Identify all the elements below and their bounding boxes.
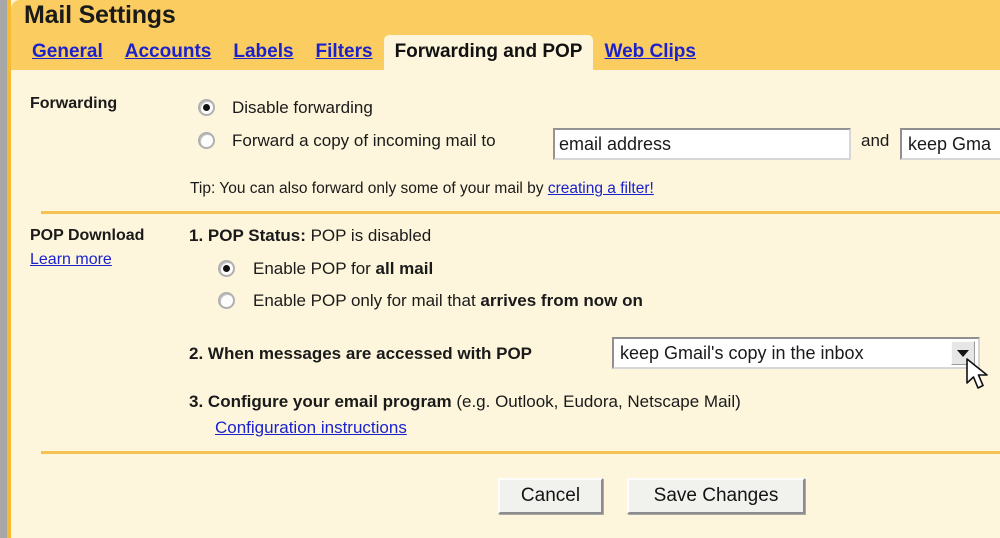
page-title: Mail Settings bbox=[24, 1, 176, 29]
tab-web-clips[interactable]: Web Clips bbox=[593, 35, 707, 70]
pop-status-label: POP Status: bbox=[207, 226, 306, 245]
forwarding-section-label: Forwarding bbox=[30, 95, 118, 112]
settings-header: Mail Settings General Accounts Labels Fi… bbox=[11, 0, 1000, 70]
pop-step3-number: 3. bbox=[189, 392, 204, 411]
label-enable-pop-from-now-on: Enable POP only for mail that arrives fr… bbox=[253, 291, 643, 311]
settings-tabbar: General Accounts Labels Filters Forwardi… bbox=[11, 35, 1000, 70]
pop-access-action-dropdown-value: keep Gmail's copy in the inbox bbox=[620, 342, 864, 363]
label-disable-forwarding: Disable forwarding bbox=[232, 98, 373, 117]
divider-forwarding-pop bbox=[41, 211, 1000, 214]
pop-step1-number: 1. bbox=[189, 226, 204, 245]
pop-step2: 2. When messages are accessed with POP bbox=[189, 344, 532, 364]
radio-forward-a-copy[interactable] bbox=[198, 132, 215, 149]
radio-enable-pop-from-now-on[interactable] bbox=[218, 292, 235, 309]
pop-step3: 3. Configure your email program (e.g. Ou… bbox=[189, 392, 741, 412]
pop-step3-label: Configure your email program bbox=[207, 392, 452, 411]
forwarding-tip-text: Tip: You can also forward only some of y… bbox=[190, 180, 548, 197]
pop-section-label: POP Download bbox=[30, 227, 145, 244]
chevron-down-icon[interactable] bbox=[951, 341, 975, 365]
forwarding-tip: Tip: You can also forward only some of y… bbox=[190, 180, 654, 198]
pop-step2-number: 2. bbox=[189, 344, 204, 363]
label-enable-pop-all-mail-bold: all mail bbox=[375, 259, 434, 278]
mail-settings-window: Mail Settings General Accounts Labels Fi… bbox=[0, 0, 1000, 538]
radio-disable-forwarding-dot bbox=[203, 104, 210, 111]
pop-status-value: POP is disabled bbox=[310, 226, 432, 245]
pop-learn-more-link[interactable]: Learn more bbox=[30, 251, 112, 269]
label-forward-a-copy: Forward a copy of incoming mail to bbox=[232, 131, 496, 150]
pop-step3-examples: (e.g. Outlook, Eudora, Netscape Mail) bbox=[451, 392, 741, 411]
label-enable-pop-all-mail: Enable POP for all mail bbox=[253, 259, 433, 279]
pop-access-action-dropdown[interactable]: keep Gmail's copy in the inbox bbox=[612, 337, 980, 369]
tab-labels[interactable]: Labels bbox=[222, 35, 304, 70]
forwarding-keep-copy-dropdown[interactable]: keep Gma bbox=[900, 128, 1000, 160]
pop-step1: 1. POP Status: POP is disabled bbox=[189, 226, 431, 246]
creating-a-filter-link[interactable]: creating a filter! bbox=[548, 180, 654, 197]
forwarding-email-input[interactable]: email address bbox=[553, 128, 851, 160]
radio-disable-forwarding[interactable] bbox=[198, 99, 215, 116]
configuration-instructions-link[interactable]: Configuration instructions bbox=[215, 418, 407, 438]
tab-accounts[interactable]: Accounts bbox=[114, 35, 223, 70]
pop-step2-label: When messages are accessed with POP bbox=[207, 344, 533, 363]
label-enable-pop-from-now-on-bold: arrives from now on bbox=[480, 291, 643, 310]
tab-filters[interactable]: Filters bbox=[305, 35, 384, 70]
settings-body: Forwarding Disable forwarding Forward a … bbox=[11, 70, 1000, 538]
label-enable-pop-all-mail-prefix: Enable POP for bbox=[253, 259, 376, 278]
window-left-edge bbox=[0, 0, 7, 538]
forwarding-keep-copy-dropdown-value: keep Gma bbox=[908, 133, 992, 154]
tab-forwarding-and-pop[interactable]: Forwarding and POP bbox=[383, 35, 594, 70]
save-changes-button[interactable]: Save Changes bbox=[627, 478, 805, 514]
label-and: and bbox=[861, 131, 890, 150]
radio-enable-pop-all-mail[interactable] bbox=[218, 260, 235, 277]
divider-footer bbox=[41, 451, 1000, 454]
radio-enable-pop-all-mail-dot bbox=[223, 265, 230, 272]
tab-general[interactable]: General bbox=[21, 35, 114, 70]
label-enable-pop-from-now-on-prefix: Enable POP only for mail that bbox=[253, 291, 481, 310]
cancel-button[interactable]: Cancel bbox=[498, 478, 603, 514]
